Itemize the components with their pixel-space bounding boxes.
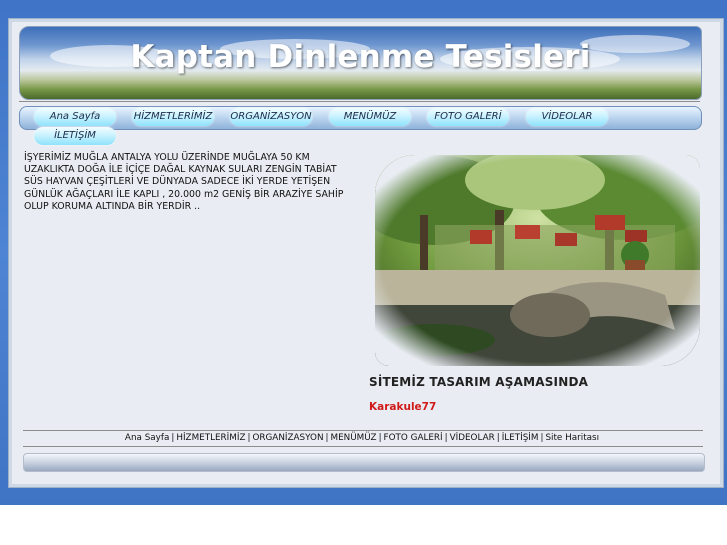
footer-bar: [23, 453, 705, 472]
header-banner: Kaptan Dinlenme Tesisleri: [19, 26, 702, 100]
footer-separator: |: [325, 433, 329, 443]
footer-link-hizmetlerimiz[interactable]: HİZMETLERİMİZ: [176, 433, 245, 443]
nav-item-hizmetlerimiz[interactable]: HİZMETLERİMİZ: [132, 108, 214, 126]
garden-photo-image: [375, 155, 700, 366]
garden-photo: [375, 155, 700, 366]
footer-link-iletisim[interactable]: İLETİŞİM: [502, 433, 539, 443]
footer-link-videolar[interactable]: VİDEOLAR: [450, 433, 495, 443]
nav-item-iletisim[interactable]: İLETİŞİM: [34, 127, 116, 145]
footer-top-divider: [23, 430, 703, 431]
footer-separator: |: [444, 433, 448, 443]
credit-link[interactable]: Karakule77: [369, 401, 436, 413]
footer-link-menumuz[interactable]: MENÜMÜZ: [331, 433, 377, 443]
footer-separator: |: [496, 433, 500, 443]
footer-link-site-haritasi[interactable]: Site Haritası: [545, 433, 599, 443]
header-divider: [19, 101, 700, 102]
status-message: SİTEMİZ TASARIM AŞAMASINDA: [369, 375, 589, 389]
nav-item-videolar[interactable]: VİDEOLAR: [526, 108, 608, 126]
footer-separator: |: [378, 433, 382, 443]
footer-link-organizasyon[interactable]: ORGANİZASYON: [252, 433, 323, 443]
nav-item-foto-galeri[interactable]: FOTO GALERİ: [427, 108, 509, 126]
intro-paragraph: İŞYERİMİZ MUĞLA ANTALYA YOLU ÜZERİNDE MU…: [24, 152, 344, 212]
footer-link-foto-galeri[interactable]: FOTO GALERİ: [384, 433, 443, 443]
footer-link-ana-sayfa[interactable]: Ana Sayfa: [125, 433, 169, 443]
nav-item-organizasyon[interactable]: ORGANİZASYON: [230, 108, 312, 126]
nav-item-menumuz[interactable]: MENÜMÜZ: [329, 108, 411, 126]
site-title: Kaptan Dinlenme Tesisleri: [130, 39, 591, 75]
nav-item-ana-sayfa[interactable]: Ana Sayfa: [34, 108, 116, 126]
footer-bottom-divider: [23, 446, 703, 447]
footer-links: Ana Sayfa | HİZMETLERİMİZ | ORGANİZASYON | MEN…: [24, 433, 700, 443]
